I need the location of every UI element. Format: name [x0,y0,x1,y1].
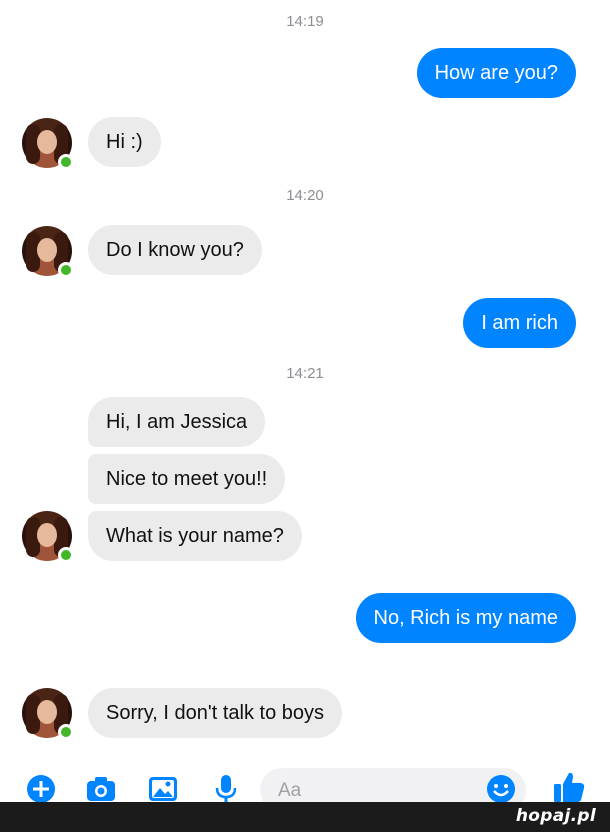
image-icon[interactable] [148,774,178,804]
incoming-message[interactable]: Hi :) [88,117,161,167]
incoming-message[interactable]: Sorry, I don't talk to boys [88,688,342,738]
incoming-message[interactable]: What is your name? [88,511,302,561]
outgoing-message[interactable]: No, Rich is my name [355,593,576,643]
timestamp: 14:19 [286,13,324,30]
watermark-bar: hopaj.pl [0,802,610,832]
incoming-message[interactable]: Nice to meet you!! [88,454,286,504]
plus-icon[interactable] [26,774,56,804]
microphone-icon[interactable] [211,774,241,804]
contact-avatar[interactable] [22,118,74,170]
contact-avatar[interactable] [22,511,74,563]
incoming-message[interactable]: Do I know you? [88,225,262,275]
watermark-logo: hopaj.pl [515,806,596,826]
online-status-indicator [58,547,74,563]
timestamp: 14:21 [286,365,324,382]
incoming-message[interactable]: Hi, I am Jessica [88,397,266,447]
online-status-indicator [58,262,74,278]
thumbs-up-icon[interactable] [552,770,586,804]
camera-icon[interactable] [86,774,116,804]
message-input-placeholder: Aa [278,780,302,801]
emoji-icon[interactable] [486,774,516,804]
timestamp: 14:20 [286,187,324,204]
contact-avatar[interactable] [22,688,74,740]
outgoing-message[interactable]: I am rich [463,298,576,348]
online-status-indicator [58,154,74,170]
online-status-indicator [58,724,74,740]
outgoing-message[interactable]: How are you? [416,48,576,98]
contact-avatar[interactable] [22,226,74,278]
